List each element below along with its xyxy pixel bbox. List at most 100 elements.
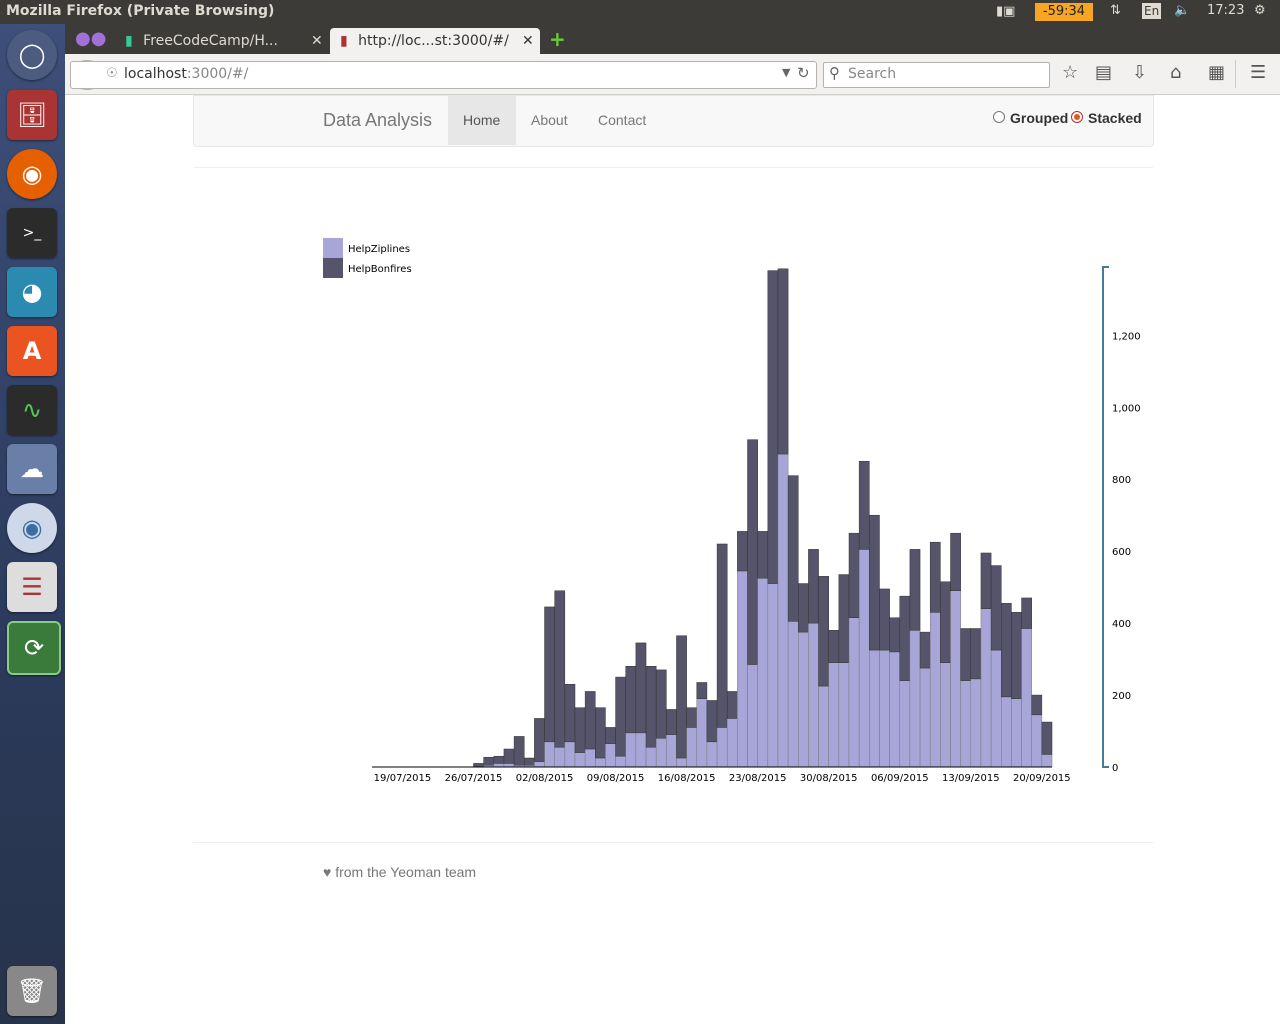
bar-bonfires <box>747 439 758 665</box>
bar-bonfires <box>858 460 870 550</box>
bar-ziplines <box>970 678 982 768</box>
bar-ziplines <box>737 570 748 768</box>
bar-ziplines <box>716 727 728 768</box>
bar-bonfires <box>980 552 992 609</box>
bar-ziplines <box>595 757 606 768</box>
bar-ziplines <box>909 630 921 768</box>
bar-ziplines <box>696 698 708 768</box>
bar-bonfires <box>534 718 545 762</box>
bar-ziplines <box>1031 714 1043 768</box>
bar-ziplines <box>1001 696 1012 768</box>
bar-bonfires <box>564 684 576 743</box>
bar-ziplines <box>747 664 758 768</box>
bar-bonfires <box>706 700 718 743</box>
bar-bonfires <box>940 581 951 663</box>
x-tick-label: 20/09/2015 <box>1013 773 1071 784</box>
bar-ziplines <box>655 737 667 768</box>
x-tick-label: 23/08/2015 <box>729 773 787 784</box>
bar-ziplines <box>503 763 515 768</box>
bar-bonfires <box>605 727 616 744</box>
bar-bonfires <box>1031 694 1043 716</box>
bar-bonfires <box>970 628 982 680</box>
bar-bonfires <box>645 666 657 748</box>
footer-text: from the Yeoman team <box>335 864 477 880</box>
stacked-bar-chart: HelpZiplines HelpBonfires 19/07/2015 26/0… <box>323 238 1141 784</box>
bar-ziplines <box>798 631 809 768</box>
bars-group <box>473 268 1053 768</box>
bar-bonfires <box>584 691 596 750</box>
bar-ziplines <box>544 741 555 768</box>
bar-bonfires <box>787 475 799 622</box>
bar-ziplines <box>584 748 596 768</box>
bar-ziplines <box>879 649 890 768</box>
x-tick-label: 19/07/2015 <box>374 773 432 784</box>
bar-ziplines <box>676 757 687 768</box>
bar-bonfires <box>676 635 687 759</box>
bar-bonfires <box>1001 603 1012 698</box>
bar-ziplines <box>940 662 951 768</box>
bar-ziplines <box>625 732 637 768</box>
footer: ♥ from the Yeoman team <box>323 864 476 880</box>
bar-ziplines <box>787 621 799 768</box>
bar-ziplines <box>554 746 566 768</box>
bar-bonfires <box>950 532 961 591</box>
legend-label-bonfires: HelpBonfires <box>348 264 412 275</box>
bar-bonfires <box>818 576 829 687</box>
bar-bonfires <box>554 590 566 748</box>
bar-ziplines <box>706 741 718 768</box>
bar-ziplines <box>615 755 626 768</box>
x-tick-label: 09/08/2015 <box>587 773 645 784</box>
bar-ziplines <box>635 732 647 768</box>
bar-ziplines <box>757 577 769 768</box>
footer-divider <box>193 842 1153 843</box>
y-tick-label: 200 <box>1112 691 1131 702</box>
x-tick-label: 06/09/2015 <box>871 773 929 784</box>
bar-ziplines <box>899 680 911 768</box>
bar-bonfires <box>798 583 809 633</box>
chart-legend: HelpZiplines HelpBonfires <box>323 238 412 278</box>
bar-bonfires <box>808 549 819 624</box>
bar-bonfires <box>615 676 626 757</box>
bar-bonfires <box>929 541 941 613</box>
bar-ziplines <box>564 741 576 768</box>
bar-bonfires <box>777 268 789 455</box>
bar-bonfires <box>503 748 515 764</box>
x-tick-label: 26/07/2015 <box>445 773 503 784</box>
bar-ziplines <box>828 662 840 768</box>
y-tick-label: 800 <box>1112 475 1131 486</box>
bar-ziplines <box>889 651 901 768</box>
bar-ziplines <box>1021 628 1032 768</box>
bar-ziplines <box>1041 754 1053 768</box>
bar-ziplines <box>1011 698 1022 768</box>
bar-ziplines <box>869 649 880 768</box>
bar-bonfires <box>767 270 779 584</box>
legend-swatch-bonfires <box>323 258 343 278</box>
x-axis-ticks: 19/07/2015 26/07/2015 02/08/2015 09/08/2015… <box>374 773 1071 784</box>
bar-bonfires <box>990 565 1002 651</box>
bar-ziplines <box>645 746 657 768</box>
bar-bonfires <box>757 531 769 579</box>
bar-bonfires <box>666 709 677 735</box>
bar-bonfires <box>869 514 880 651</box>
bar-bonfires <box>595 707 606 759</box>
bar-ziplines <box>808 622 819 768</box>
y-axis: 0 200 400 600 800 1,000 1,200 <box>1102 266 1141 774</box>
bar-bonfires <box>544 606 555 743</box>
bar-bonfires <box>1011 612 1022 699</box>
bar-ziplines <box>929 612 941 768</box>
bar-ziplines <box>980 608 992 768</box>
y-tick-label: 400 <box>1112 619 1131 630</box>
legend-swatch-ziplines <box>323 238 343 258</box>
bar-ziplines <box>848 617 860 768</box>
bar-bonfires <box>737 531 748 572</box>
heart-icon: ♥ <box>323 864 332 880</box>
bar-bonfires <box>696 682 708 699</box>
bar-bonfires <box>635 642 647 734</box>
bar-bonfires <box>716 543 728 728</box>
bar-ziplines <box>858 549 870 768</box>
bar-bonfires <box>909 549 921 631</box>
bar-bonfires <box>574 707 586 753</box>
bar-bonfires <box>483 757 495 766</box>
y-axis-line <box>1102 266 1109 768</box>
bar-ziplines <box>726 718 738 768</box>
